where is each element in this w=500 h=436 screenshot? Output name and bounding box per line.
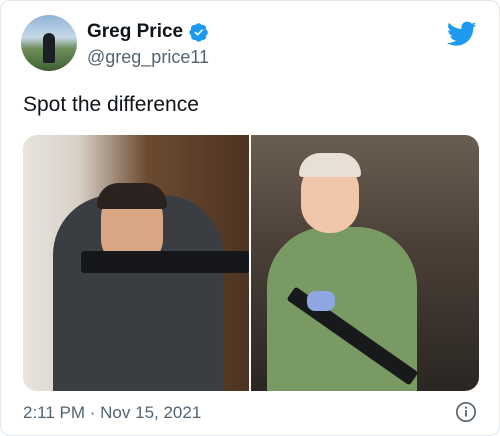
avatar-figure bbox=[43, 33, 55, 63]
avatar[interactable] bbox=[21, 15, 77, 71]
photo-left-hair bbox=[97, 183, 167, 209]
author-handle[interactable]: @greg_price11 bbox=[87, 47, 209, 68]
photo-right-cap bbox=[299, 153, 361, 177]
tweet-text: Spot the difference bbox=[23, 93, 199, 116]
twitter-bird-icon[interactable] bbox=[447, 21, 477, 47]
tweet-card: Greg Price @greg_price11 Spot the differ… bbox=[0, 0, 500, 436]
info-icon[interactable] bbox=[455, 401, 477, 423]
media-photo-left[interactable] bbox=[23, 135, 249, 391]
photo-right-glove bbox=[307, 291, 335, 311]
media-photo-right[interactable] bbox=[251, 135, 479, 391]
author-name-row: Greg Price bbox=[87, 21, 209, 43]
photo-left-rifle bbox=[81, 251, 249, 273]
tweet-timestamp[interactable]: 2:11 PM · Nov 15, 2021 bbox=[23, 403, 201, 423]
verified-badge-icon bbox=[189, 23, 209, 42]
author-name[interactable]: Greg Price bbox=[87, 21, 183, 43]
tweet-media[interactable] bbox=[23, 135, 479, 391]
